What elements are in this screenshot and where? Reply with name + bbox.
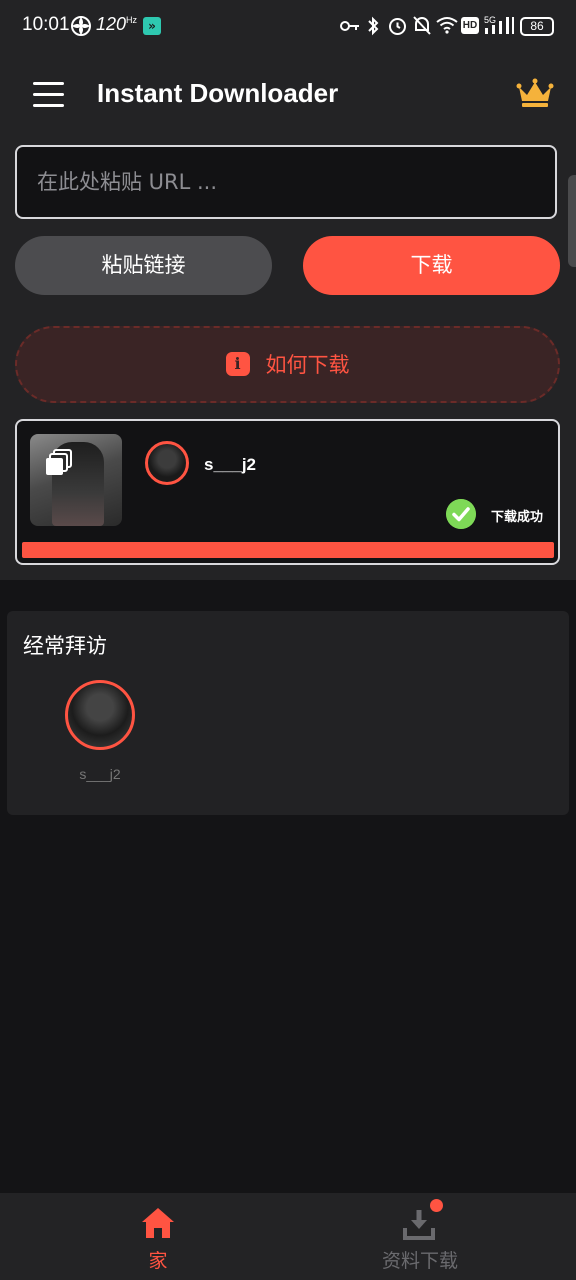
bluetooth-icon bbox=[368, 16, 379, 36]
paste-link-button[interactable]: 粘贴链接 bbox=[15, 236, 272, 295]
download-username: s___j2 bbox=[204, 455, 256, 474]
crown-icon[interactable] bbox=[516, 78, 554, 108]
download-status: 下载成功 bbox=[491, 510, 544, 525]
frequent-username: s___j2 bbox=[79, 766, 121, 782]
menu-icon[interactable] bbox=[33, 82, 64, 108]
carousel-icon bbox=[46, 449, 72, 475]
nav-downloads-label: 资料下载 bbox=[381, 1250, 458, 1272]
refresh-rate: 120 bbox=[96, 14, 127, 34]
key-icon bbox=[340, 21, 359, 31]
bell-off-icon bbox=[413, 16, 431, 35]
svg-text:5G: 5G bbox=[484, 15, 496, 25]
scrollbar[interactable] bbox=[568, 175, 576, 267]
status-time: 10:01 bbox=[22, 14, 70, 35]
signal-5g-icon: 5G bbox=[484, 15, 514, 34]
how-to-label: 如何下载 bbox=[265, 353, 350, 377]
download-icon bbox=[403, 1210, 435, 1240]
info-icon: i bbox=[225, 352, 250, 376]
download-progress bbox=[22, 542, 554, 558]
avatar[interactable] bbox=[145, 441, 189, 485]
nav-home[interactable]: 家 bbox=[108, 1200, 208, 1274]
app-notification-icon: » bbox=[143, 17, 161, 35]
bottom-nav bbox=[0, 1193, 576, 1280]
check-icon bbox=[446, 499, 476, 529]
download-progress-fill bbox=[22, 542, 554, 558]
how-to-download-button[interactable]: i 如何下载 bbox=[15, 326, 560, 403]
frequent-visits-title: 经常拜访 bbox=[23, 634, 107, 658]
hd-icon: HD bbox=[461, 17, 479, 34]
notification-badge bbox=[430, 1199, 443, 1212]
pinwheel-icon bbox=[71, 16, 91, 36]
battery-icon: 86 bbox=[520, 17, 554, 36]
app-title: Instant Downloader bbox=[97, 78, 339, 108]
url-input[interactable] bbox=[15, 145, 557, 219]
nav-downloads[interactable]: 资料下载 bbox=[360, 1200, 480, 1274]
download-button[interactable]: 下载 bbox=[303, 236, 560, 295]
status-bar: 10:01 120 Hz » HD 5G 86 bbox=[0, 0, 576, 52]
home-icon bbox=[142, 1208, 174, 1238]
frequent-avatar[interactable] bbox=[65, 680, 135, 750]
alarm-icon bbox=[389, 18, 406, 35]
nav-home-label: 家 bbox=[148, 1250, 168, 1272]
hz-unit-icon: Hz bbox=[126, 15, 137, 25]
wifi-icon bbox=[436, 17, 458, 34]
